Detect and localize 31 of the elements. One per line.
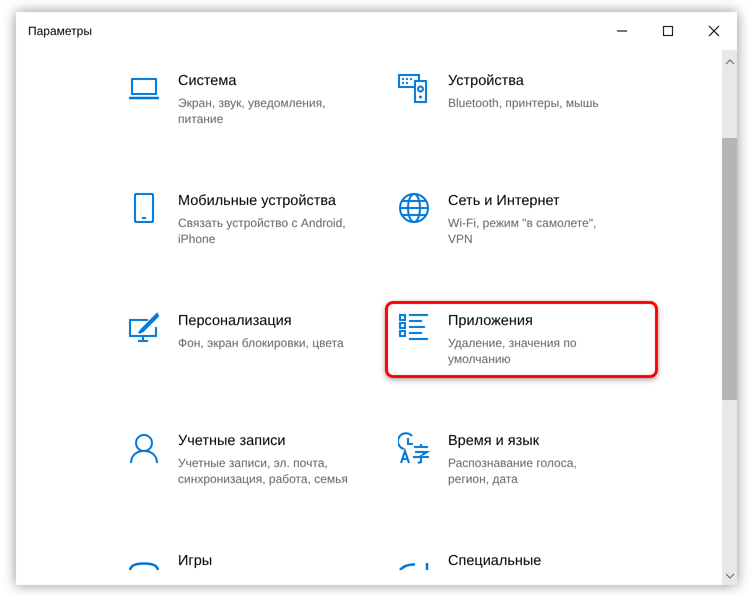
monitor-brush-icon — [128, 312, 160, 344]
close-icon — [708, 25, 720, 37]
tile-title: Учетные записи — [178, 432, 287, 451]
tile-title: Игры — [178, 552, 212, 571]
settings-tile[interactable]: Приложения Удаление, значения по умолчанию — [385, 301, 658, 378]
person-icon — [128, 432, 160, 464]
tile-title: Время и язык — [448, 432, 540, 451]
globe-icon — [398, 192, 430, 224]
scroll-thumb[interactable] — [722, 138, 737, 400]
tile-title: Мобильные устройства — [178, 192, 337, 211]
tile-description: Экран, звук, уведомления, питание — [178, 95, 326, 127]
scrollbar[interactable] — [722, 50, 737, 585]
tile-title: Приложения — [448, 312, 534, 331]
window-title: Параметры — [28, 23, 93, 40]
tile-title: Персонализация — [178, 312, 293, 331]
tile-description: Wi-Fi, режим "в самолете", VPN — [448, 215, 598, 247]
tile-title: Устройства — [448, 72, 525, 91]
tile-title: Сеть и Интернет — [448, 192, 561, 211]
tile-title: Система — [178, 72, 238, 91]
tile-description: Удаление, значения по умолчанию — [448, 335, 578, 367]
scroll-down-icon[interactable] — [724, 572, 734, 580]
scroll-up-icon[interactable] — [724, 58, 734, 66]
tile-title: Специальные — [448, 552, 542, 571]
tile-description: Bluetooth, принтеры, мышь — [448, 95, 599, 111]
tile-description: Распознавание голоса, регион, дата — [448, 455, 578, 487]
tile-description: Связать устройство с Android, iPhone — [178, 215, 347, 247]
tile-description: Учетные записи, эл. почта, синхронизация, работа, семья — [178, 455, 349, 487]
maximize-icon — [662, 25, 674, 37]
clock-language-icon — [398, 432, 430, 464]
keyboard-speaker-icon — [398, 72, 430, 104]
tile-description: Фон, экран блокировки, цвета — [178, 335, 344, 351]
